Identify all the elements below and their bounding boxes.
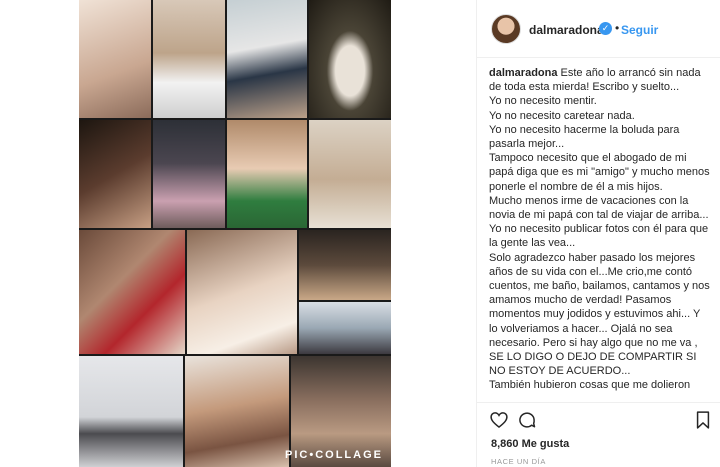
pic-collage-watermark: PIC•COLLAGE bbox=[285, 449, 383, 461]
post-caption: dalmaradona Este año lo arrancó sin nada… bbox=[489, 66, 711, 400]
caption-line: Yo no necesito caretear nada. bbox=[489, 109, 635, 122]
caption-line: Yo no necesito mentir. bbox=[489, 95, 597, 108]
collage-photo bbox=[185, 356, 289, 467]
header-username[interactable]: dalmaradona bbox=[529, 23, 604, 37]
collage-photo bbox=[153, 120, 225, 228]
caption-line: dalmaradona Este año lo arrancó sin nada… bbox=[489, 67, 701, 94]
likes-count[interactable]: 8,860 Me gusta bbox=[491, 438, 569, 450]
collage-photo bbox=[79, 356, 183, 467]
post-timestamp[interactable]: HACE UN DÍA bbox=[491, 457, 546, 466]
caption-line: También hubieron cosas que me dolieron bbox=[489, 379, 691, 392]
caption-line: Yo no necesito hacerme la boluda para pa… bbox=[489, 123, 680, 151]
post-side-panel: dalmaradona ✓ • Seguir dalmaradona Este … bbox=[476, 0, 720, 467]
collage-photo bbox=[79, 230, 185, 354]
collage-photo bbox=[299, 302, 391, 354]
collage-photo bbox=[309, 120, 391, 228]
collage-photo bbox=[79, 0, 151, 118]
collage-photo bbox=[227, 120, 307, 228]
caption-line: Yo no necesito publicar fotos con él par… bbox=[489, 223, 709, 250]
collage-photo bbox=[227, 0, 307, 118]
caption-line: Tampoco necesito que el abogado de mi pa… bbox=[489, 152, 710, 193]
photo-collage[interactable]: PIC•COLLAGE bbox=[79, 0, 391, 467]
action-bar bbox=[477, 402, 720, 432]
collage-photo bbox=[153, 0, 225, 118]
caption-line: Solo agradezco haber pasado los mejores … bbox=[489, 251, 710, 378]
instagram-post: PIC•COLLAGE dalmaradona ✓ • Seguir dalma… bbox=[0, 0, 720, 467]
heart-icon[interactable] bbox=[489, 410, 509, 430]
post-photo-area: PIC•COLLAGE bbox=[0, 0, 476, 467]
avatar[interactable] bbox=[491, 14, 521, 44]
separator-dot: • bbox=[615, 21, 620, 35]
comment-icon[interactable] bbox=[517, 410, 537, 430]
follow-button[interactable]: Seguir bbox=[621, 23, 658, 37]
verified-badge-icon: ✓ bbox=[599, 22, 612, 35]
caption-username[interactable]: dalmaradona bbox=[489, 67, 557, 79]
collage-photo bbox=[187, 230, 297, 354]
collage-photo bbox=[309, 0, 391, 118]
post-header: dalmaradona ✓ • Seguir bbox=[477, 0, 720, 58]
caption-line: Mucho menos irme de vacaciones con la no… bbox=[489, 194, 709, 222]
collage-photo bbox=[79, 120, 151, 228]
bookmark-icon[interactable] bbox=[693, 410, 713, 430]
collage-photo bbox=[299, 230, 391, 300]
